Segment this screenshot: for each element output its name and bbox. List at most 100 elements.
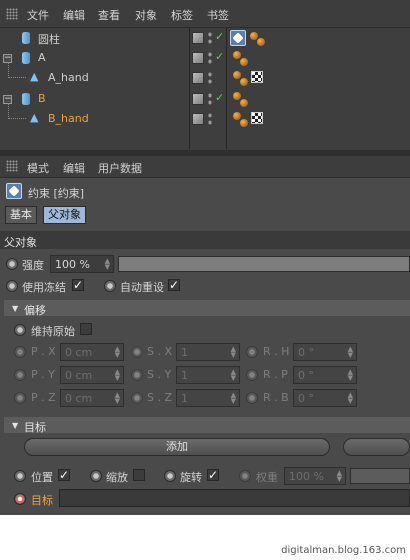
sz-value: 1: [181, 392, 188, 405]
section-offset-header[interactable]: ▼ 偏移: [4, 300, 410, 317]
layer-icon[interactable]: [192, 93, 204, 105]
px-value: 0 cm: [65, 346, 93, 359]
add-target-button[interactable]: 添加: [24, 438, 330, 456]
material-tag-icon[interactable]: [233, 112, 241, 120]
menu-file[interactable]: 文件: [27, 7, 49, 23]
checker-texture-tag-icon[interactable]: [251, 112, 263, 124]
object-name: A: [38, 51, 46, 64]
scale-checkbox[interactable]: ✓: [133, 469, 145, 481]
visibility-dots-icon[interactable]: [207, 31, 213, 45]
weight-label: 权重: [256, 471, 278, 484]
material-tag-icon[interactable]: [240, 119, 248, 127]
material-tag-icon[interactable]: [233, 71, 241, 79]
enabled-check-icon[interactable]: ✓: [215, 30, 224, 43]
object-name: B_hand: [48, 112, 89, 125]
grip-icon[interactable]: [6, 8, 18, 20]
animate-radio-icon: [14, 346, 26, 358]
weight-slider: [350, 468, 410, 484]
pz-label: P . Z: [31, 391, 56, 404]
constraint-icon: [6, 183, 22, 199]
sz-input: 1 ▲ ▼: [176, 389, 240, 407]
layer-icon[interactable]: [192, 52, 204, 64]
menu-tag[interactable]: 标签: [171, 7, 193, 23]
animate-radio-icon[interactable]: [104, 280, 116, 292]
joint-icon: ▲: [30, 70, 39, 83]
spinner-icon: ▲ ▼: [114, 368, 120, 382]
object-name: B: [38, 92, 46, 105]
object-row-b-hand[interactable]: ▲ B_hand: [0, 103, 410, 129]
px-label: P . X: [31, 345, 56, 358]
menu-edit[interactable]: 编辑: [63, 7, 85, 23]
spinner-icon: ▲ ▼: [347, 391, 353, 405]
material-tag-icon[interactable]: [257, 38, 265, 46]
enabled-check-icon[interactable]: ✓: [215, 91, 224, 104]
layer-icon[interactable]: [192, 72, 204, 84]
object-name: A_hand: [48, 71, 89, 84]
menu-bookmark[interactable]: 书签: [207, 7, 229, 23]
spinner-icon[interactable]: ▲ ▼: [105, 258, 110, 271]
layer-icon[interactable]: [192, 113, 204, 125]
position-checkbox[interactable]: ✓: [58, 469, 70, 481]
menu-mode[interactable]: 模式: [27, 160, 49, 176]
rb-value: 0 °: [298, 392, 314, 405]
material-tag-icon[interactable]: [233, 51, 241, 59]
rotate-label: 旋转: [180, 471, 202, 484]
remove-target-button[interactable]: [343, 438, 410, 456]
attribute-manager-menubar: 模式 编辑 用户数据: [0, 156, 410, 178]
spinner-icon: ▲ ▼: [114, 345, 120, 359]
object-row-a[interactable]: − A ✓: [0, 48, 410, 68]
animate-radio-icon[interactable]: [6, 258, 18, 270]
keep-origin-checkbox[interactable]: ✓: [80, 323, 92, 335]
freeze-checkbox[interactable]: ✓: [72, 279, 84, 291]
sx-label: S . X: [147, 345, 173, 358]
animate-radio-icon[interactable]: [90, 470, 102, 482]
animate-radio-icon[interactable]: [14, 470, 26, 482]
object-row-b[interactable]: − B ✓: [0, 89, 410, 109]
animate-radio-icon[interactable]: [6, 280, 18, 292]
menu-object[interactable]: 对象: [135, 7, 157, 23]
material-tag-icon[interactable]: [240, 58, 248, 66]
visibility-dots-icon[interactable]: [207, 51, 213, 65]
visibility-dots-icon[interactable]: [207, 92, 213, 106]
collapse-arrow-icon[interactable]: ▼: [12, 304, 18, 313]
rh-label: R . H: [263, 345, 290, 358]
tab-parent[interactable]: 父对象: [43, 206, 86, 224]
target-link-icon[interactable]: [14, 493, 26, 505]
spinner-icon: ▲ ▼: [230, 345, 236, 359]
animate-radio-icon[interactable]: [164, 470, 176, 482]
grip-icon[interactable]: [6, 160, 18, 172]
spinner-icon: ▲ ▼: [230, 368, 236, 382]
rotate-checkbox[interactable]: ✓: [207, 469, 219, 481]
animate-radio-icon[interactable]: [14, 324, 26, 336]
material-tag-icon[interactable]: [233, 92, 241, 100]
spinner-icon: ▲ ▼: [114, 391, 120, 405]
constraint-tag-icon[interactable]: [230, 30, 246, 46]
animate-radio-icon: [14, 369, 26, 381]
weight-value: 100 %: [289, 470, 324, 483]
material-tag-icon[interactable]: [240, 99, 248, 107]
sx-value: 1: [181, 346, 188, 359]
strength-slider[interactable]: [118, 256, 410, 272]
object-row-a-hand[interactable]: ▲ A_hand: [0, 62, 410, 88]
object-row-cylinder[interactable]: 圆柱 ✓: [0, 28, 410, 48]
section-title: 父对象: [4, 236, 37, 249]
menu-edit[interactable]: 编辑: [63, 160, 85, 176]
visibility-dots-icon[interactable]: [207, 112, 213, 126]
checker-texture-tag-icon[interactable]: [251, 71, 263, 83]
collapse-arrow-icon[interactable]: ▼: [12, 421, 18, 430]
layer-icon[interactable]: [192, 32, 204, 44]
section-target-header[interactable]: ▼ 目标: [4, 417, 410, 434]
target-link-field[interactable]: [59, 489, 410, 507]
animate-radio-icon: [246, 369, 258, 381]
tab-basic[interactable]: 基本: [5, 206, 37, 224]
scale-label: 缩放: [106, 471, 128, 484]
menu-user-data[interactable]: 用户数据: [98, 160, 142, 176]
rp-value: 0 °: [298, 369, 314, 382]
enabled-check-icon[interactable]: ✓: [215, 50, 224, 63]
sy-label: S . Y: [147, 368, 172, 381]
autoreset-checkbox[interactable]: ✓: [168, 279, 180, 291]
strength-input[interactable]: 100 % ▲ ▼: [50, 255, 114, 273]
visibility-dots-icon[interactable]: [207, 71, 213, 85]
menu-view[interactable]: 查看: [98, 7, 120, 23]
material-tag-icon[interactable]: [240, 78, 248, 86]
